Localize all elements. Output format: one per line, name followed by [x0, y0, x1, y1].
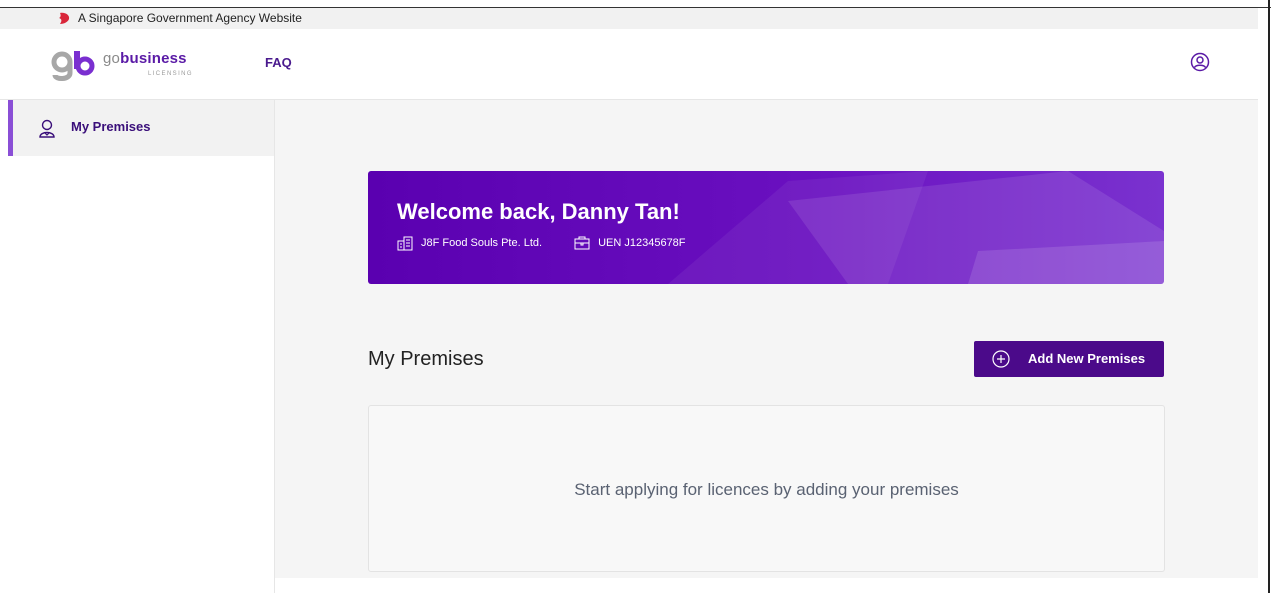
gov-masthead: A Singapore Government Agency Website: [0, 8, 1258, 29]
lion-head-icon: [59, 12, 70, 24]
right-frame-line: [1268, 0, 1270, 593]
gov-masthead-text: A Singapore Government Agency Website: [78, 11, 302, 25]
sidebar-item-my-premises[interactable]: My Premises: [8, 100, 274, 156]
nav-faq-link[interactable]: FAQ: [265, 55, 292, 70]
sidebar: My Premises: [8, 100, 275, 593]
user-icon[interactable]: [1190, 52, 1210, 72]
add-button-label: Add New Premises: [1028, 351, 1146, 366]
logo-wordmark: gobusiness: [103, 50, 187, 67]
site-header: gobusiness LICENSING FAQ: [0, 29, 1258, 100]
uen-number: UEN J12345678F: [598, 237, 686, 249]
plus-circle-icon: [992, 350, 1010, 368]
add-new-premises-button[interactable]: Add New Premises: [974, 341, 1164, 377]
gb-logo-mark-icon: [51, 51, 95, 81]
premises-empty-state: Start applying for licences by adding yo…: [368, 405, 1165, 572]
gobusiness-logo[interactable]: gobusiness LICENSING: [50, 49, 210, 83]
welcome-banner: Welcome back, Danny Tan! J8F Food Souls …: [368, 171, 1164, 284]
logo-subtitle: LICENSING: [148, 71, 193, 77]
welcome-meta: J8F Food Souls Pte. Ltd. UEN J12345678F: [397, 235, 686, 251]
company-name: J8F Food Souls Pte. Ltd.: [421, 237, 543, 249]
section-title: My Premises: [368, 348, 484, 370]
sidebar-item-label: My Premises: [71, 119, 151, 134]
banner-decoration: [668, 171, 1164, 284]
main-content: Welcome back, Danny Tan! J8F Food Souls …: [275, 100, 1258, 578]
building-icon: [397, 236, 413, 251]
person-icon: [39, 119, 55, 138]
briefcase-icon: [574, 236, 590, 250]
welcome-title: Welcome back, Danny Tan!: [397, 199, 680, 224]
empty-state-message: Start applying for licences by adding yo…: [574, 480, 959, 499]
